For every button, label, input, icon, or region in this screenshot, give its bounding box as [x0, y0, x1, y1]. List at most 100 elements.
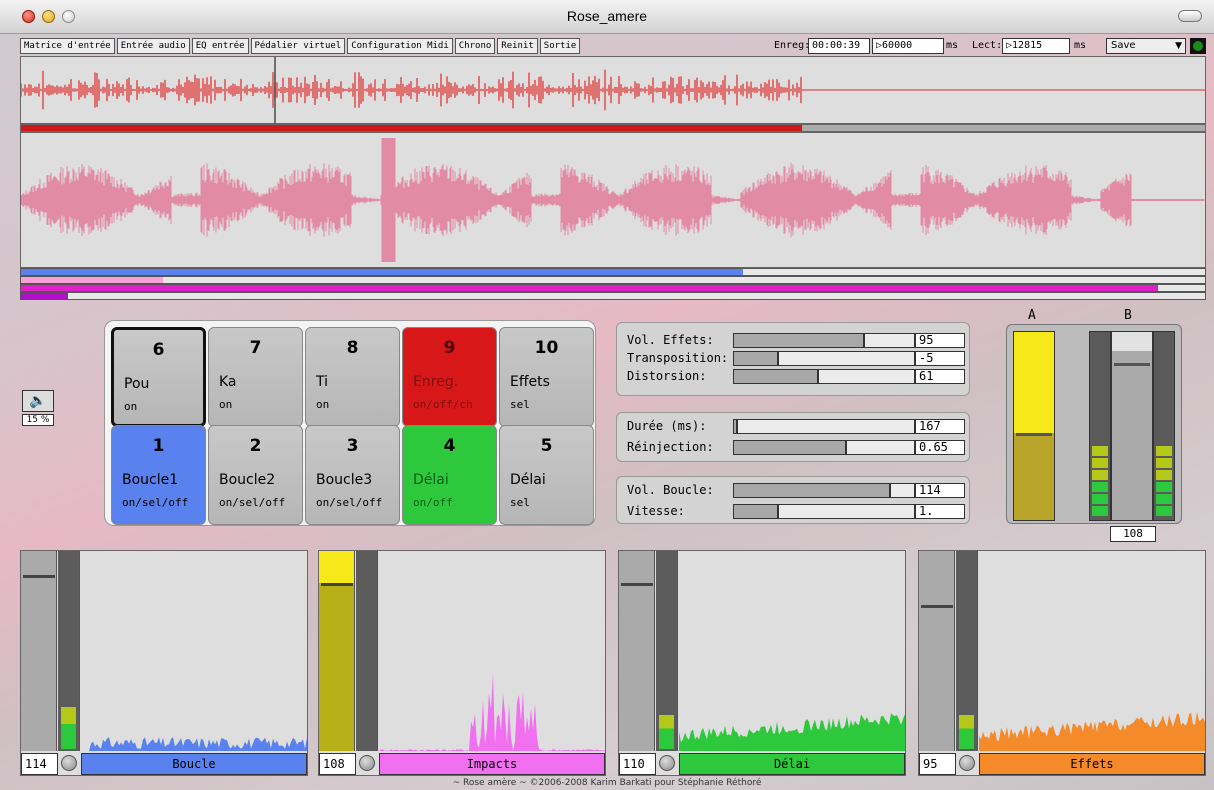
record-waveform-graph	[20, 57, 1205, 123]
save-select[interactable]: Save ▼	[1106, 38, 1186, 54]
channel-fader[interactable]	[619, 551, 655, 751]
fader-knob[interactable]	[921, 605, 953, 608]
feedback-slider[interactable]	[733, 440, 915, 455]
channel-delai: 110 Délai	[618, 550, 906, 776]
loop-volume-slider[interactable]	[733, 483, 915, 498]
menu-audio-input[interactable]: Entrée audio	[116, 38, 190, 54]
pad-label: Délai	[413, 472, 449, 488]
playback-position-value: 12815	[1012, 40, 1043, 51]
menu-reinit[interactable]: Reinit	[497, 38, 538, 54]
save-select-value: Save	[1111, 40, 1136, 51]
menu-chrono[interactable]: Chrono	[454, 38, 496, 54]
speaker-button[interactable]: 🔈	[22, 390, 54, 412]
meter-segment	[1092, 506, 1108, 516]
channel-toggle-button[interactable]	[359, 755, 375, 771]
record-length-field[interactable]: ▷60000	[872, 38, 944, 54]
pad-label: Ti	[316, 374, 329, 390]
distortion-value[interactable]: 61	[915, 369, 965, 384]
playback-label: Lect:	[972, 40, 1003, 51]
loop-waveform[interactable]	[20, 132, 1206, 268]
channel-activity-area	[979, 711, 1205, 751]
record-waveform[interactable]	[20, 56, 1206, 124]
master-a-fader[interactable]	[1013, 331, 1055, 521]
effects-volume-value[interactable]: 95	[915, 333, 965, 348]
channel-value[interactable]: 95	[919, 753, 956, 775]
distortion-slider[interactable]	[733, 369, 915, 384]
pad-label: Effets	[510, 374, 550, 390]
param-label: Vol. Boucle:	[627, 483, 714, 497]
channel-toggle-button[interactable]	[659, 755, 675, 771]
meter-segment	[1092, 446, 1108, 456]
feedback-value[interactable]: 0.65	[915, 440, 965, 455]
toolbar-toggle-button[interactable]	[1178, 10, 1202, 22]
pad-3[interactable]: 3 Boucle3 on/sel/off	[305, 425, 400, 525]
record-time-field[interactable]: 00:00:39	[808, 38, 870, 54]
channel-value[interactable]: 110	[619, 753, 656, 775]
fader-knob[interactable]	[321, 583, 353, 586]
chevron-down-icon: ▼	[1175, 41, 1182, 51]
pad-2[interactable]: 2 Boucle2 on/sel/off	[208, 425, 303, 525]
speed-value[interactable]: 1.	[915, 504, 965, 519]
param-label: Vol. Effets:	[627, 333, 714, 347]
menu-virtual-pedal[interactable]: Pédalier virtuel	[250, 38, 346, 54]
record-unit: ms	[946, 40, 959, 51]
pad-mode: on	[124, 400, 138, 413]
master-b-value[interactable]: 108	[1110, 526, 1156, 542]
menu-exit[interactable]: Sortie	[539, 38, 581, 54]
pad-number: 8	[346, 338, 359, 358]
fader-knob[interactable]	[1016, 432, 1052, 436]
channel-activity-area	[679, 713, 905, 751]
fader-knob[interactable]	[621, 583, 653, 586]
channel-toggle-button[interactable]	[959, 755, 975, 771]
loop-volume-value[interactable]: 114	[915, 483, 965, 498]
duration-value[interactable]: 167	[915, 419, 965, 434]
menu-midi-config[interactable]: Configuration Midi	[347, 38, 453, 54]
channel-activity-area	[81, 737, 307, 751]
meter-segment	[1156, 494, 1172, 504]
pad-mode: sel	[510, 398, 530, 411]
fader-knob[interactable]	[23, 575, 55, 578]
pad-number: 6	[152, 340, 165, 360]
fader-knob[interactable]	[1114, 363, 1150, 366]
transposition-slider[interactable]	[733, 351, 915, 366]
record-progress-bar	[20, 124, 1206, 132]
playback-position-field[interactable]: ▷12815	[1002, 38, 1070, 54]
pad-mode: sel	[510, 496, 530, 509]
effects-volume-slider[interactable]	[733, 333, 915, 348]
pad-5[interactable]: 5 Délai sel	[499, 425, 594, 525]
transposition-value[interactable]: -5	[915, 351, 965, 366]
pad-number: 5	[540, 436, 553, 456]
channel-meter	[956, 551, 978, 751]
channel-activity	[81, 551, 307, 751]
pad-label: Boucle3	[316, 472, 373, 488]
speed-slider[interactable]	[733, 504, 915, 519]
channel-toggle-button[interactable]	[61, 755, 77, 771]
pad-1[interactable]: 1 Boucle1 on/sel/off	[111, 425, 206, 525]
slider-fill	[734, 505, 779, 518]
magenta-progress-fill	[21, 285, 1158, 291]
pad-10[interactable]: 10 Effets sel	[499, 327, 594, 427]
channel-value[interactable]: 114	[21, 753, 58, 775]
duration-slider[interactable]	[733, 419, 915, 434]
channel-fader[interactable]	[319, 551, 355, 751]
channel-fader[interactable]	[21, 551, 57, 751]
menu-input-matrix[interactable]: Matrice d'entrée	[20, 38, 115, 54]
pad-number: 7	[249, 338, 262, 358]
pad-4[interactable]: 4 Délai on/off	[402, 425, 497, 525]
meter-segment	[1156, 506, 1172, 516]
pad-9[interactable]: 9 Enreg. on/off/ch	[402, 327, 497, 427]
channel-activity-area	[379, 673, 605, 751]
master-a-level	[1014, 332, 1054, 433]
pad-6[interactable]: 6 Pou on	[111, 327, 206, 427]
channel-fader[interactable]	[919, 551, 955, 751]
pad-number: 10	[534, 338, 559, 358]
master-b-label: B	[1124, 308, 1132, 323]
channel-value[interactable]: 108	[319, 753, 356, 775]
menu-eq-input[interactable]: EQ entrée	[191, 38, 249, 54]
master-b-fader[interactable]	[1111, 331, 1153, 521]
purple-progress-bar	[20, 292, 1206, 300]
record-label: Enreg:	[774, 40, 811, 51]
playback-unit: ms	[1074, 40, 1087, 51]
pad-8[interactable]: 8 Ti on	[305, 327, 400, 427]
pad-7[interactable]: 7 Ka on	[208, 327, 303, 427]
